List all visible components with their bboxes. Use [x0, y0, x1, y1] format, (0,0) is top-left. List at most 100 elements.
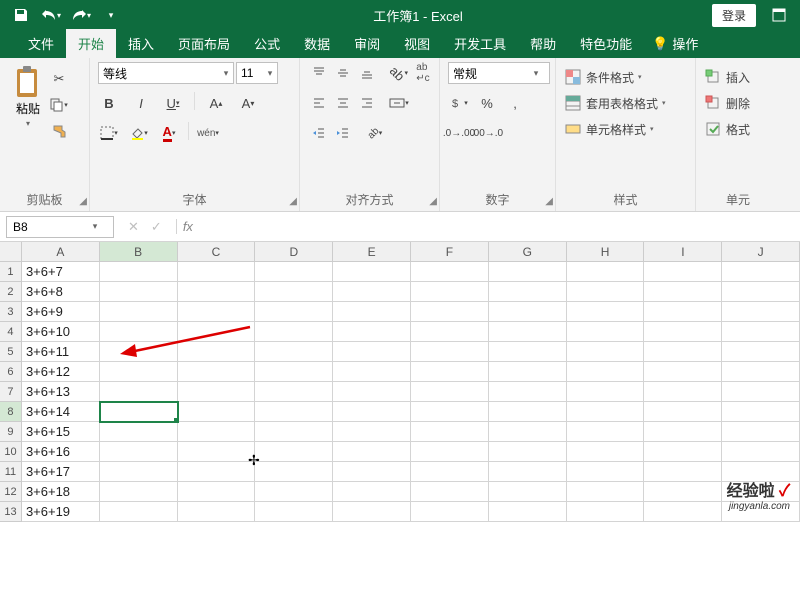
accounting-format-button[interactable]: $▾: [448, 92, 470, 114]
cell-E4[interactable]: [333, 322, 411, 342]
italic-button[interactable]: I: [130, 92, 152, 114]
cell-B11[interactable]: [100, 462, 178, 482]
cell-D1[interactable]: [255, 262, 333, 282]
paste-button[interactable]: 粘贴 ▾: [8, 62, 48, 132]
cell-F6[interactable]: [411, 362, 489, 382]
cell-G9[interactable]: [489, 422, 567, 442]
grow-font-button[interactable]: A▴: [205, 92, 227, 114]
format-table-button[interactable]: 套用表格格式▾: [564, 92, 666, 114]
insert-cells-button[interactable]: 插入: [704, 66, 750, 88]
cell-A8[interactable]: 3+6+14: [22, 402, 100, 422]
name-box[interactable]: ▾: [6, 216, 114, 238]
cell-C5[interactable]: [178, 342, 256, 362]
cell-B8[interactable]: [100, 402, 178, 422]
cell-H7[interactable]: [567, 382, 645, 402]
increase-indent-button[interactable]: [332, 122, 354, 144]
cell-A7[interactable]: 3+6+13: [22, 382, 100, 402]
cell-C10[interactable]: [178, 442, 256, 462]
tab-features[interactable]: 特色功能: [568, 29, 644, 58]
cell-A1[interactable]: 3+6+7: [22, 262, 100, 282]
cell-I13[interactable]: [644, 502, 722, 522]
cell-F10[interactable]: [411, 442, 489, 462]
cell-A6[interactable]: 3+6+12: [22, 362, 100, 382]
cell-D10[interactable]: [255, 442, 333, 462]
cell-J4[interactable]: [722, 322, 800, 342]
save-button[interactable]: [8, 2, 34, 28]
borders-button[interactable]: ▾: [98, 122, 120, 144]
comma-button[interactable]: ,: [504, 92, 526, 114]
align-right-button[interactable]: [356, 92, 378, 114]
tab-view[interactable]: 视图: [392, 29, 442, 58]
cell-B7[interactable]: [100, 382, 178, 402]
cell-B3[interactable]: [100, 302, 178, 322]
cell-G10[interactable]: [489, 442, 567, 462]
cell-D3[interactable]: [255, 302, 333, 322]
cell-D6[interactable]: [255, 362, 333, 382]
cell-G13[interactable]: [489, 502, 567, 522]
cell-E2[interactable]: [333, 282, 411, 302]
cell-F4[interactable]: [411, 322, 489, 342]
cell-C12[interactable]: [178, 482, 256, 502]
cell-I8[interactable]: [644, 402, 722, 422]
cell-B13[interactable]: [100, 502, 178, 522]
cell-B9[interactable]: [100, 422, 178, 442]
cell-I3[interactable]: [644, 302, 722, 322]
cell-F13[interactable]: [411, 502, 489, 522]
tab-formulas[interactable]: 公式: [242, 29, 292, 58]
row-header-4[interactable]: 4: [0, 322, 22, 342]
cell-J6[interactable]: [722, 362, 800, 382]
cell-G7[interactable]: [489, 382, 567, 402]
cell-D7[interactable]: [255, 382, 333, 402]
phonetic-button[interactable]: wén▾: [197, 122, 219, 144]
bold-button[interactable]: B: [98, 92, 120, 114]
col-header-E[interactable]: E: [333, 242, 411, 262]
cell-H8[interactable]: [567, 402, 645, 422]
ribbon-options-button[interactable]: [766, 2, 792, 28]
cell-I1[interactable]: [644, 262, 722, 282]
number-format-combo[interactable]: ▾: [448, 62, 550, 84]
cell-I2[interactable]: [644, 282, 722, 302]
tab-file[interactable]: 文件: [16, 29, 66, 58]
cell-E10[interactable]: [333, 442, 411, 462]
cancel-formula-button[interactable]: ✕: [124, 219, 143, 235]
cell-B2[interactable]: [100, 282, 178, 302]
chevron-down-icon[interactable]: ▾: [219, 68, 233, 79]
cell-F9[interactable]: [411, 422, 489, 442]
cell-A2[interactable]: 3+6+8: [22, 282, 100, 302]
enter-formula-button[interactable]: ✓: [147, 219, 166, 235]
cell-F3[interactable]: [411, 302, 489, 322]
row-header-11[interactable]: 11: [0, 462, 22, 482]
cell-D9[interactable]: [255, 422, 333, 442]
cell-E8[interactable]: [333, 402, 411, 422]
cell-G2[interactable]: [489, 282, 567, 302]
tab-insert[interactable]: 插入: [116, 29, 166, 58]
col-header-I[interactable]: I: [644, 242, 722, 262]
tab-data[interactable]: 数据: [292, 29, 342, 58]
cell-C1[interactable]: [178, 262, 256, 282]
cell-D13[interactable]: [255, 502, 333, 522]
cell-B5[interactable]: [100, 342, 178, 362]
cell-C4[interactable]: [178, 322, 256, 342]
cell-I7[interactable]: [644, 382, 722, 402]
col-header-A[interactable]: A: [22, 242, 100, 262]
chevron-down-icon[interactable]: ▾: [87, 221, 103, 232]
row-header-9[interactable]: 9: [0, 422, 22, 442]
format-cells-button[interactable]: 格式: [704, 118, 750, 140]
name-box-input[interactable]: [7, 220, 87, 234]
tab-home[interactable]: 开始: [66, 29, 116, 58]
tab-page-layout[interactable]: 页面布局: [166, 29, 242, 58]
cell-I12[interactable]: [644, 482, 722, 502]
row-header-13[interactable]: 13: [0, 502, 22, 522]
decrease-indent-button[interactable]: [308, 122, 330, 144]
delete-cells-button[interactable]: 删除: [704, 92, 750, 114]
cell-G6[interactable]: [489, 362, 567, 382]
cell-A10[interactable]: 3+6+16: [22, 442, 100, 462]
login-button[interactable]: 登录: [712, 4, 756, 27]
align-left-button[interactable]: [308, 92, 330, 114]
cell-F2[interactable]: [411, 282, 489, 302]
cell-B12[interactable]: [100, 482, 178, 502]
cell-C6[interactable]: [178, 362, 256, 382]
cell-J11[interactable]: [722, 462, 800, 482]
cell-G8[interactable]: [489, 402, 567, 422]
cell-A12[interactable]: 3+6+18: [22, 482, 100, 502]
